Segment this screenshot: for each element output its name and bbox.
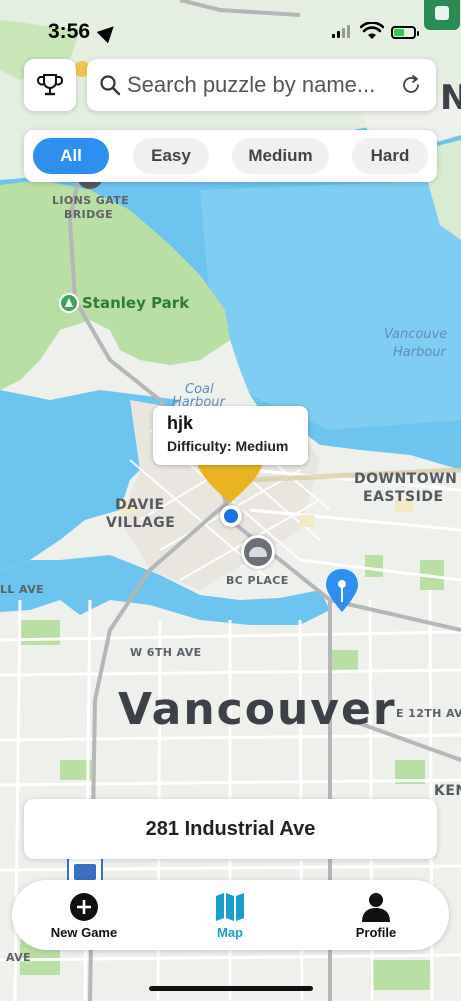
map-label-village: VILLAGE: [106, 515, 176, 531]
map-label-ll-ave: LL AVE: [0, 583, 45, 596]
map-icon: [216, 893, 244, 921]
tab-new-game[interactable]: New Game: [29, 892, 139, 940]
wifi-icon: [360, 22, 384, 39]
filter-chip-hard[interactable]: Hard: [352, 138, 428, 174]
refresh-icon[interactable]: [400, 74, 422, 96]
map-label-ken: KEN: [434, 783, 461, 799]
search-icon: [100, 75, 121, 96]
filter-chip-medium[interactable]: Medium: [232, 138, 329, 174]
person-icon: [362, 893, 390, 922]
map-label-e12th: E 12TH AV: [396, 707, 461, 720]
map-label-vancouver-harbour-1: Vancouve: [384, 327, 448, 342]
map-label-bridge: BRIDGE: [64, 208, 114, 221]
map-label-city: Vancouver: [118, 684, 397, 735]
park-icon: [59, 293, 79, 313]
filter-chip-all[interactable]: All: [33, 138, 109, 174]
tab-map-label: Map: [217, 925, 243, 940]
map-label-vancouver-harbour-2: Harbour: [393, 345, 446, 360]
map-label-north-letter: N: [440, 78, 461, 118]
status-bar: 3:56: [0, 0, 461, 48]
map-label-eastside: EASTSIDE: [363, 489, 444, 505]
plus-circle-icon: [70, 893, 98, 921]
map-label-davie: DAVIE: [115, 497, 165, 513]
tab-map[interactable]: Map: [175, 892, 285, 940]
battery-icon: [391, 26, 419, 39]
stadium-icon[interactable]: [241, 535, 275, 569]
map-label-downtown: DOWNTOWN: [354, 471, 458, 487]
home-indicator: [149, 986, 313, 991]
tab-profile-label: Profile: [355, 925, 397, 940]
search-input[interactable]: [127, 59, 397, 111]
map-label-lions-gate: LIONS GATE: [52, 194, 130, 207]
tab-profile[interactable]: Profile: [321, 892, 431, 940]
map-label-w6th: W 6TH AVE: [130, 646, 202, 659]
callout-title: hjk: [167, 413, 194, 433]
puzzle-callout[interactable]: hjk Difficulty: Medium: [153, 406, 308, 465]
status-time: 3:56: [48, 20, 91, 43]
filter-chip-easy[interactable]: Easy: [133, 138, 209, 174]
map-label-ave-bottom: AVE: [6, 951, 31, 964]
app-badge-icon: [424, 0, 460, 30]
callout-difficulty: Difficulty: Medium: [167, 438, 289, 454]
map-label-stanley-park: Stanley Park: [82, 294, 190, 312]
tab-new-game-label: New Game: [50, 925, 118, 940]
difficulty-filter-bar: All Easy Medium Hard: [24, 130, 437, 182]
address-card[interactable]: 281 Industrial Ave: [24, 799, 437, 859]
trophy-icon: [37, 74, 63, 96]
search-bar: [87, 59, 436, 111]
leaderboard-button[interactable]: [24, 59, 76, 111]
map-label-bc-place: BC PLACE: [226, 574, 289, 587]
tab-bar: New Game Map Profile: [12, 880, 449, 950]
user-location-dot: [220, 505, 242, 527]
cellular-signal-icon: [332, 25, 350, 38]
location-arrow-icon: [96, 20, 120, 44]
